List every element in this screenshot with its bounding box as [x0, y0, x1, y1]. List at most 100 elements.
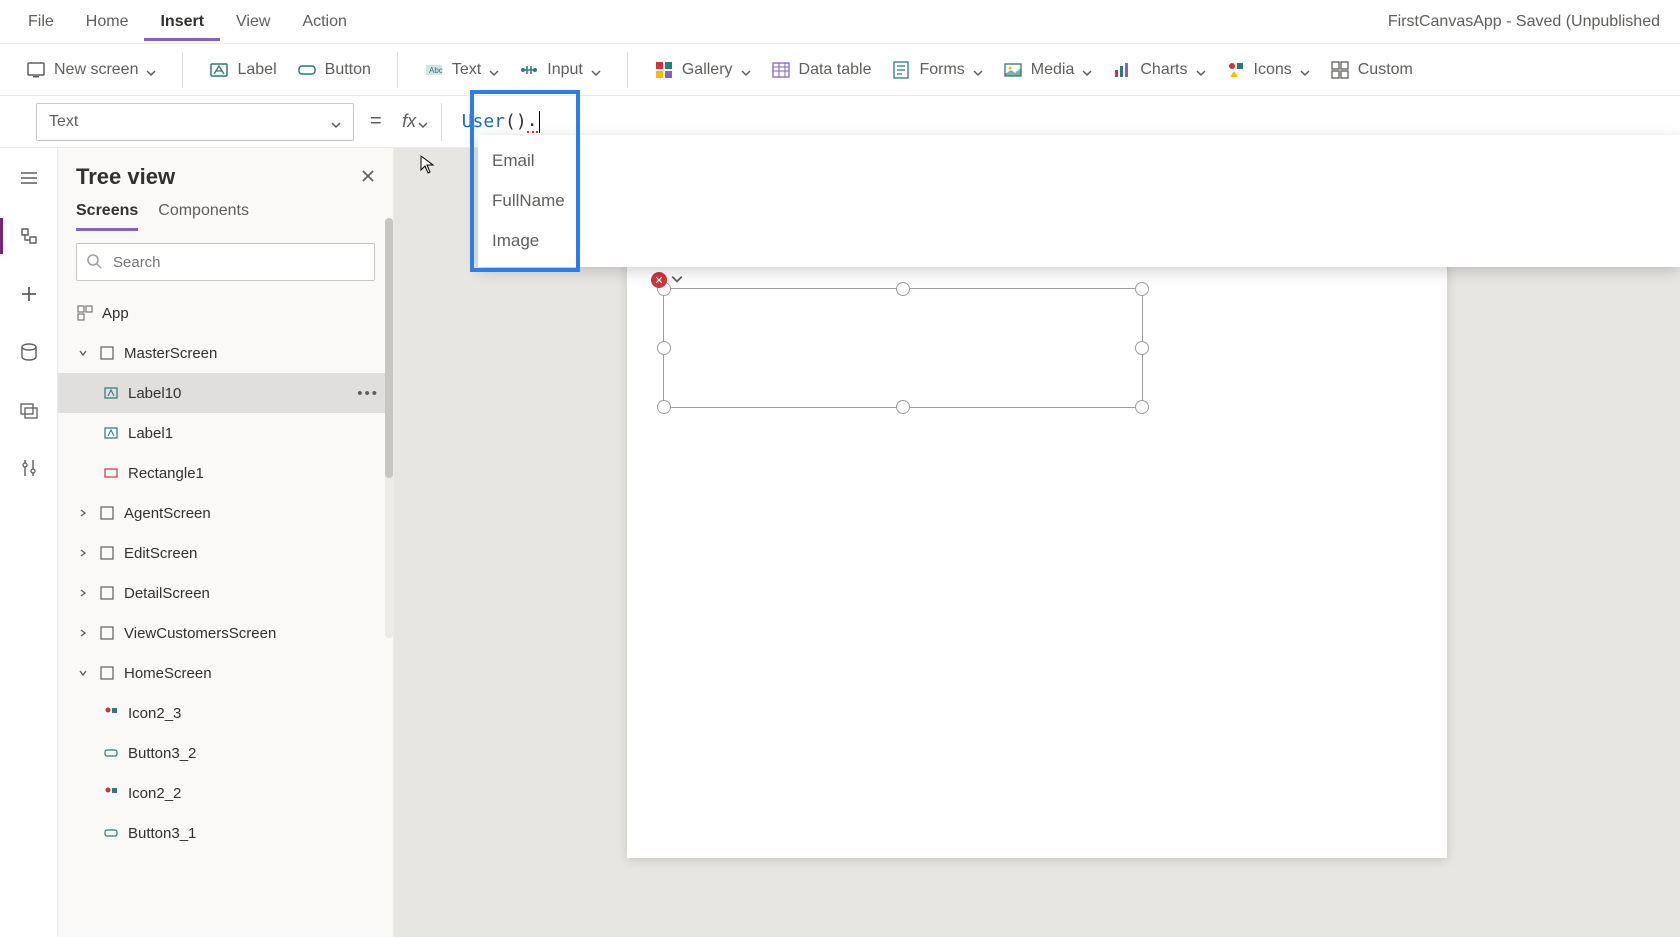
- chevron-right-icon: [76, 548, 90, 558]
- tree-node-rectangle1[interactable]: Rectangle1: [58, 453, 393, 493]
- ribbon-separator: [627, 52, 628, 88]
- menu-action[interactable]: Action: [286, 3, 362, 41]
- button-icon: [102, 824, 120, 842]
- tree-node-detailscreen[interactable]: DetailScreen: [58, 573, 393, 613]
- tree-node-label: Button3_1: [128, 825, 196, 842]
- suggestion-email[interactable]: Email: [478, 141, 1680, 181]
- tree-close-button[interactable]: [361, 167, 375, 188]
- icon-icon: [102, 704, 120, 722]
- rail-hamburger[interactable]: [13, 162, 45, 194]
- media-icon: [1003, 60, 1023, 80]
- label-button[interactable]: Label: [199, 54, 286, 86]
- forms-button[interactable]: Forms: [881, 54, 992, 86]
- new-screen-button[interactable]: New screen: [16, 54, 166, 86]
- icon-icon: [102, 784, 120, 802]
- text-icon: Abc: [424, 60, 444, 80]
- formula-token-dot: .: [527, 110, 538, 133]
- tree-node-button3-1[interactable]: Button3_1: [58, 813, 393, 853]
- error-badge-icon[interactable]: ✕: [651, 272, 667, 288]
- gallery-icon: [654, 60, 674, 80]
- chevron-down-icon: [331, 117, 341, 127]
- data-table-button[interactable]: Data table: [761, 54, 882, 86]
- icons-btn-label: Icons: [1254, 61, 1292, 79]
- button-icon: [297, 60, 317, 80]
- menu-view[interactable]: View: [220, 3, 286, 41]
- tree-list[interactable]: App MasterScreen Label10 ••• Label1 Rect…: [58, 293, 393, 937]
- screen-icon: [98, 664, 116, 682]
- tree-node-label: Rectangle1: [128, 465, 204, 482]
- menu-insert[interactable]: Insert: [144, 3, 220, 41]
- tree-node-label1[interactable]: Label1: [58, 413, 393, 453]
- property-dropdown[interactable]: Text: [36, 103, 354, 141]
- rail-insert[interactable]: [13, 278, 45, 310]
- tree-node-label: Label1: [128, 425, 173, 442]
- search-input[interactable]: [76, 243, 375, 281]
- chevron-down-icon: [591, 65, 601, 75]
- tree-node-viewcustomersscreen[interactable]: ViewCustomersScreen: [58, 613, 393, 653]
- menu-home[interactable]: Home: [70, 3, 145, 41]
- screen-icon: [98, 624, 116, 642]
- ribbon: New screen Label Button Abc Text: [0, 44, 1680, 96]
- gallery-btn-label: Gallery: [682, 61, 733, 79]
- ribbon-separator: [397, 52, 398, 88]
- icons-button[interactable]: Icons: [1216, 54, 1320, 86]
- formula-token-fn: User: [462, 111, 505, 132]
- chevron-down-icon[interactable]: [671, 272, 683, 288]
- charts-button[interactable]: Charts: [1102, 54, 1215, 86]
- suggestion-image[interactable]: Image: [478, 221, 1680, 261]
- resize-handle-e[interactable]: [1135, 341, 1149, 355]
- tree-node-app[interactable]: App: [58, 293, 393, 333]
- more-button[interactable]: •••: [357, 385, 379, 402]
- rectangle-icon: [102, 464, 120, 482]
- new-screen-label: New screen: [54, 61, 138, 79]
- tree-node-masterscreen[interactable]: MasterScreen: [58, 333, 393, 373]
- chevron-down-icon: [418, 117, 428, 127]
- resize-handle-ne[interactable]: [1135, 282, 1149, 296]
- tree-node-label: Icon2_3: [128, 705, 181, 722]
- input-button[interactable]: Input: [509, 54, 611, 86]
- menu-file[interactable]: File: [12, 3, 70, 41]
- chevron-down-icon: [1300, 65, 1310, 75]
- media-button[interactable]: Media: [993, 54, 1103, 86]
- screen-frame[interactable]: Title of the Screen ✕: [627, 178, 1447, 858]
- tree-node-button3-2[interactable]: Button3_2: [58, 733, 393, 773]
- resize-handle-s[interactable]: [896, 400, 910, 414]
- tree-node-editscreen[interactable]: EditScreen: [58, 533, 393, 573]
- tree-node-homescreen[interactable]: HomeScreen: [58, 653, 393, 693]
- screen-icon: [98, 584, 116, 602]
- tree-node-agentscreen[interactable]: AgentScreen: [58, 493, 393, 533]
- tree-node-label: App: [102, 305, 129, 322]
- rail-data[interactable]: [13, 336, 45, 368]
- tree-node-icon2-3[interactable]: Icon2_3: [58, 693, 393, 733]
- text-button[interactable]: Abc Text: [414, 54, 509, 86]
- resize-handle-w[interactable]: [657, 341, 671, 355]
- resize-handle-se[interactable]: [1135, 400, 1149, 414]
- label-icon: [209, 60, 229, 80]
- tree-node-icon2-2[interactable]: Icon2_2: [58, 773, 393, 813]
- tree-scrollbar[interactable]: [385, 218, 393, 638]
- screen-icon: [98, 544, 116, 562]
- ribbon-separator: [182, 52, 183, 88]
- tab-screens[interactable]: Screens: [76, 202, 138, 231]
- tree-node-label10[interactable]: Label10 •••: [58, 373, 393, 413]
- rail-media[interactable]: [13, 394, 45, 426]
- selected-label-control[interactable]: [663, 288, 1143, 408]
- custom-button[interactable]: Custom: [1320, 54, 1423, 86]
- button-button[interactable]: Button: [287, 54, 381, 86]
- tab-components[interactable]: Components: [158, 202, 249, 231]
- fx-button[interactable]: fx: [398, 103, 442, 141]
- rail-tree-view[interactable]: [13, 220, 45, 252]
- scrollbar-thumb[interactable]: [385, 218, 393, 478]
- forms-btn-label: Forms: [919, 61, 964, 79]
- menubar: File Home Insert View Action FirstCanvas…: [0, 0, 1680, 44]
- gallery-button[interactable]: Gallery: [644, 54, 761, 86]
- chevron-right-icon: [76, 628, 90, 638]
- formula-token-paren: (: [505, 111, 516, 132]
- tree-node-label: HomeScreen: [124, 665, 212, 682]
- data-table-btn-label: Data table: [799, 61, 872, 79]
- rail-advanced[interactable]: [13, 452, 45, 484]
- resize-handle-sw[interactable]: [657, 400, 671, 414]
- resize-handle-n[interactable]: [896, 282, 910, 296]
- suggestion-fullname[interactable]: FullName: [478, 181, 1680, 221]
- chevron-down-icon: [973, 65, 983, 75]
